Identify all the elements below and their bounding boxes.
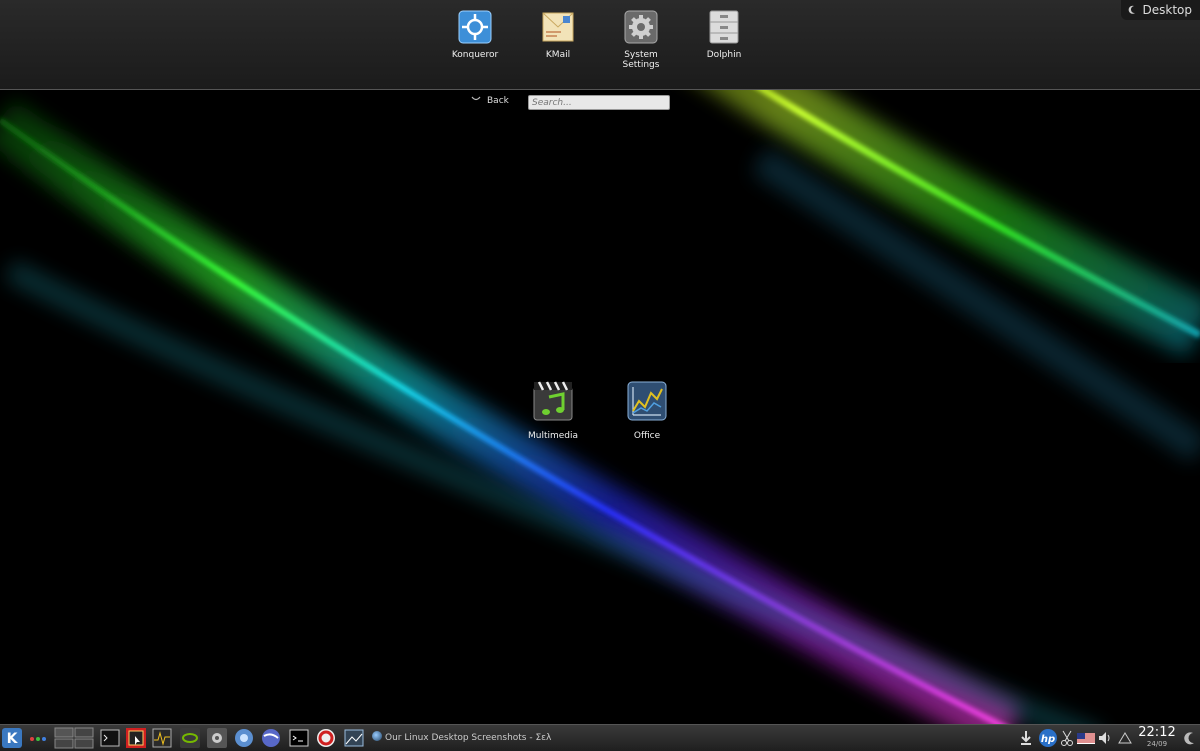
category-office[interactable]: Office bbox=[607, 381, 687, 441]
image-viewer-icon[interactable] bbox=[344, 728, 364, 748]
konsole-icon[interactable] bbox=[289, 728, 309, 748]
screenshot-icon[interactable] bbox=[126, 728, 146, 748]
svg-text:hp: hp bbox=[1041, 734, 1055, 745]
chromium-icon[interactable] bbox=[234, 728, 254, 748]
clock-date: 24/09 bbox=[1136, 740, 1178, 748]
back-label: Back bbox=[487, 96, 509, 106]
cashew-icon bbox=[1127, 5, 1137, 15]
office-icon bbox=[627, 381, 667, 421]
settings-icon[interactable] bbox=[207, 728, 227, 748]
favorite-dolphin[interactable]: Dolphin bbox=[682, 10, 766, 60]
scissors-icon[interactable] bbox=[1060, 728, 1074, 748]
back-arrow-icon bbox=[471, 96, 481, 102]
hp-icon[interactable]: hp bbox=[1038, 728, 1058, 748]
us-flag-icon[interactable] bbox=[1077, 728, 1095, 748]
favorite-kmail[interactable]: KMail bbox=[516, 10, 600, 60]
search-input[interactable] bbox=[528, 95, 670, 110]
activity-button[interactable]: Desktop bbox=[1121, 0, 1200, 20]
pager-icon[interactable] bbox=[54, 727, 94, 749]
browser-globe-icon bbox=[372, 731, 382, 741]
volume-icon[interactable] bbox=[1097, 728, 1113, 748]
konqueror-icon bbox=[458, 10, 492, 44]
taskbar-panel: K Our Linux Desktop Screenshots - Σελί bbox=[0, 724, 1200, 751]
category-label: Office bbox=[634, 431, 660, 441]
opera-icon[interactable] bbox=[316, 728, 336, 748]
dolphin-icon bbox=[707, 10, 741, 44]
panel-cashew-icon[interactable] bbox=[1182, 728, 1198, 748]
favorite-system-settings[interactable]: System Settings bbox=[599, 10, 683, 70]
favorite-label: System Settings bbox=[623, 50, 660, 70]
notifications-icon[interactable] bbox=[1118, 728, 1132, 748]
activity-label: Desktop bbox=[1143, 3, 1193, 17]
download-icon[interactable] bbox=[1018, 728, 1034, 748]
nvidia-icon[interactable] bbox=[180, 728, 200, 748]
favorite-label: Konqueror bbox=[452, 50, 498, 60]
system-monitor-icon[interactable] bbox=[152, 728, 172, 748]
favorites-bar: Konqueror KMail System Settings D bbox=[0, 0, 1200, 90]
favorite-konqueror[interactable]: Konqueror bbox=[433, 10, 517, 60]
digital-clock[interactable]: 22:12 24/09 bbox=[1136, 726, 1178, 748]
svg-text:K: K bbox=[7, 731, 19, 747]
terminal-icon[interactable] bbox=[100, 728, 120, 748]
category-multimedia[interactable]: Multimedia bbox=[513, 381, 593, 441]
task-title: Our Linux Desktop Screenshots - Σελί bbox=[385, 733, 552, 743]
favorite-label: KMail bbox=[546, 50, 570, 60]
task-item-browser[interactable]: Our Linux Desktop Screenshots - Σελί bbox=[372, 728, 552, 748]
back-button[interactable]: Back bbox=[471, 96, 509, 106]
kde-menu-icon[interactable]: K bbox=[2, 728, 22, 748]
wallpaper bbox=[0, 0, 1200, 750]
favorite-label: Dolphin bbox=[707, 50, 742, 60]
activity-dots-icon[interactable] bbox=[28, 728, 48, 748]
konqueror-globe-icon[interactable] bbox=[261, 728, 281, 748]
kmail-icon bbox=[541, 10, 575, 44]
multimedia-icon bbox=[533, 381, 573, 421]
system-settings-icon bbox=[624, 10, 658, 44]
clock-time: 22:12 bbox=[1138, 725, 1175, 740]
category-label: Multimedia bbox=[528, 431, 578, 441]
